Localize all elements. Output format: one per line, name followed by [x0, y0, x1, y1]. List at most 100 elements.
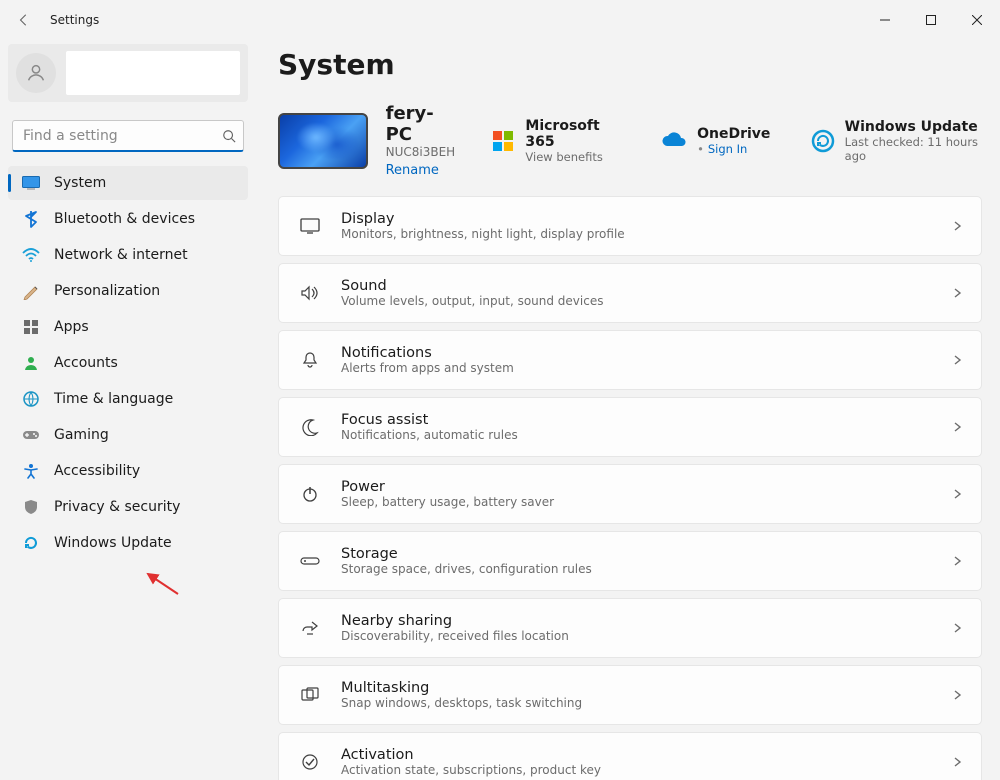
- nav-label: Time & language: [54, 391, 173, 407]
- settings-card-bell[interactable]: NotificationsAlerts from apps and system: [278, 330, 982, 390]
- card-sub: Discoverability, received files location: [341, 629, 569, 643]
- chevron-right-icon: [951, 421, 963, 433]
- accounts-icon: [22, 354, 40, 372]
- settings-card-storage[interactable]: StorageStorage space, drives, configurat…: [278, 531, 982, 591]
- header-onedrive[interactable]: OneDrive •Sign In: [659, 126, 770, 156]
- onedrive-sub[interactable]: •Sign In: [697, 142, 770, 156]
- sidebar-item-gaming[interactable]: Gaming: [8, 418, 248, 452]
- nav-label: Accessibility: [54, 463, 140, 479]
- sidebar-item-privacy[interactable]: Privacy & security: [8, 490, 248, 524]
- network-icon: [22, 246, 40, 264]
- settings-card-list: DisplayMonitors, brightness, night light…: [278, 196, 982, 780]
- search-box: [12, 120, 244, 152]
- chevron-right-icon: [951, 555, 963, 567]
- settings-card-sound[interactable]: SoundVolume levels, output, input, sound…: [278, 263, 982, 323]
- settings-card-display[interactable]: DisplayMonitors, brightness, night light…: [278, 196, 982, 256]
- page-title: System: [278, 48, 982, 81]
- card-title: Display: [341, 211, 625, 227]
- card-title: Nearby sharing: [341, 613, 569, 629]
- m365-title: Microsoft 365: [525, 118, 619, 150]
- nav-label: Apps: [54, 319, 89, 335]
- card-title: Focus assist: [341, 412, 518, 428]
- check-icon: [295, 753, 325, 771]
- nav-list: System Bluetooth & devices Network & int…: [8, 166, 248, 560]
- card-sub: Sleep, battery usage, battery saver: [341, 495, 554, 509]
- display-icon: [295, 218, 325, 234]
- nav-label: Bluetooth & devices: [54, 211, 195, 227]
- chevron-right-icon: [951, 287, 963, 299]
- pc-model: NUC8i3BEH: [386, 145, 456, 159]
- system-header-row: fery-PC NUC8i3BEH Rename Microsoft 365 V…: [278, 103, 982, 178]
- nav-label: Privacy & security: [54, 499, 180, 515]
- profile-card[interactable]: [8, 44, 248, 102]
- sound-icon: [295, 285, 325, 301]
- header-windows-update[interactable]: Windows Update Last checked: 11 hours ag…: [810, 119, 982, 163]
- bluetooth-icon: [22, 210, 40, 228]
- sidebar-item-bluetooth[interactable]: Bluetooth & devices: [8, 202, 248, 236]
- chevron-right-icon: [951, 689, 963, 701]
- chevron-right-icon: [951, 756, 963, 768]
- chevron-right-icon: [951, 354, 963, 366]
- card-sub: Notifications, automatic rules: [341, 428, 518, 442]
- chevron-right-icon: [951, 488, 963, 500]
- moon-icon: [295, 418, 325, 436]
- card-sub: Snap windows, desktops, task switching: [341, 696, 582, 710]
- rename-link[interactable]: Rename: [386, 163, 439, 178]
- card-sub: Activation state, subscriptions, product…: [341, 763, 601, 777]
- sidebar-item-system[interactable]: System: [8, 166, 248, 200]
- update-sub: Last checked: 11 hours ago: [845, 135, 982, 163]
- onedrive-icon: [659, 127, 687, 155]
- app-title: Settings: [50, 13, 99, 27]
- personalization-icon: [22, 282, 40, 300]
- nav-label: System: [54, 175, 106, 191]
- card-title: Multitasking: [341, 680, 582, 696]
- sidebar-item-accounts[interactable]: Accounts: [8, 346, 248, 380]
- card-title: Storage: [341, 546, 592, 562]
- sidebar-item-windows-update[interactable]: Windows Update: [8, 526, 248, 560]
- sidebar-item-accessibility[interactable]: Accessibility: [8, 454, 248, 488]
- power-icon: [295, 485, 325, 503]
- settings-card-power[interactable]: PowerSleep, battery usage, battery saver: [278, 464, 982, 524]
- storage-icon: [295, 555, 325, 567]
- header-microsoft365[interactable]: Microsoft 365 View benefits: [491, 118, 619, 164]
- pc-meta: fery-PC NUC8i3BEH Rename: [386, 103, 456, 178]
- gaming-icon: [22, 426, 40, 444]
- chevron-right-icon: [951, 622, 963, 634]
- search-input[interactable]: [12, 120, 244, 152]
- window-controls: [862, 4, 1000, 36]
- nav-label: Network & internet: [54, 247, 188, 263]
- settings-card-check[interactable]: ActivationActivation state, subscription…: [278, 732, 982, 780]
- pc-name: fery-PC: [386, 103, 456, 145]
- back-button[interactable]: [12, 8, 36, 32]
- settings-card-moon[interactable]: Focus assistNotifications, automatic rul…: [278, 397, 982, 457]
- nav-label: Gaming: [54, 427, 109, 443]
- settings-card-share[interactable]: Nearby sharingDiscoverability, received …: [278, 598, 982, 658]
- windows-update-icon: [22, 534, 40, 552]
- onedrive-title: OneDrive: [697, 126, 770, 142]
- chevron-right-icon: [951, 220, 963, 232]
- system-icon: [22, 174, 40, 192]
- sidebar-item-apps[interactable]: Apps: [8, 310, 248, 344]
- maximize-button[interactable]: [908, 4, 954, 36]
- settings-card-multitask[interactable]: MultitaskingSnap windows, desktops, task…: [278, 665, 982, 725]
- close-button[interactable]: [954, 4, 1000, 36]
- sidebar-item-time-language[interactable]: Time & language: [8, 382, 248, 416]
- accessibility-icon: [22, 462, 40, 480]
- nav-label: Windows Update: [54, 535, 172, 551]
- main-content: System fery-PC NUC8i3BEH Rename Microsof…: [256, 40, 1000, 780]
- windows-update-header-icon: [810, 127, 834, 155]
- minimize-button[interactable]: [862, 4, 908, 36]
- card-title: Activation: [341, 747, 601, 763]
- microsoft-365-icon: [491, 127, 515, 155]
- card-sub: Alerts from apps and system: [341, 361, 514, 375]
- card-sub: Volume levels, output, input, sound devi…: [341, 294, 603, 308]
- m365-sub: View benefits: [525, 150, 619, 164]
- search-icon: [222, 129, 236, 143]
- bell-icon: [295, 351, 325, 369]
- profile-name-card: [66, 51, 240, 95]
- sidebar: System Bluetooth & devices Network & int…: [0, 40, 256, 780]
- card-title: Notifications: [341, 345, 514, 361]
- privacy-icon: [22, 498, 40, 516]
- sidebar-item-network[interactable]: Network & internet: [8, 238, 248, 272]
- sidebar-item-personalization[interactable]: Personalization: [8, 274, 248, 308]
